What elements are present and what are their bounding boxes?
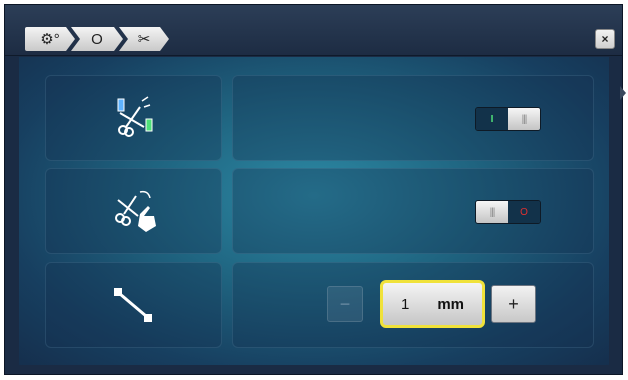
title-bar: ⚙° O ✂ × xyxy=(5,5,622,56)
bobbin-icon: O xyxy=(91,30,103,48)
breadcrumb-settings[interactable]: ⚙° xyxy=(25,27,75,51)
settings-gear-icon: ⚙° xyxy=(40,31,60,48)
thread-cutter-toggle[interactable]: I ||| xyxy=(475,107,541,131)
decrease-button[interactable]: − xyxy=(327,286,363,322)
settings-panel: I ||| ||| O − 1 mm + xyxy=(19,57,609,365)
scissors-icon: ✂ xyxy=(137,31,151,48)
close-button[interactable]: × xyxy=(595,29,615,49)
plus-icon: + xyxy=(508,293,519,314)
minus-icon: − xyxy=(339,293,351,314)
breadcrumb-scissors[interactable]: ✂ xyxy=(119,27,169,51)
manual-cut-toggle[interactable]: ||| O xyxy=(475,200,541,224)
value-unit: mm xyxy=(437,295,465,313)
manual-cut-tile xyxy=(45,168,222,254)
breadcrumb-bobbin[interactable]: O xyxy=(71,27,123,51)
stitch-length-icon xyxy=(113,288,152,322)
value-number: 1 xyxy=(400,295,410,313)
stitch-length-value-field[interactable]: 1 mm xyxy=(380,280,485,328)
thread-cutter-icon xyxy=(117,96,152,137)
close-icon: × xyxy=(601,32,609,46)
toggle-knob: ||| xyxy=(508,108,540,130)
side-scroll-arrow-icon[interactable] xyxy=(620,86,626,100)
toggle-off-indicator: O xyxy=(508,201,540,223)
toggle-on-indicator: I xyxy=(476,108,508,130)
stitch-length-tile xyxy=(45,262,222,348)
settings-window: ⚙° O ✂ × I ||| ||| O − 1 mm + xyxy=(4,4,623,375)
thread-cutter-tile xyxy=(45,75,222,161)
manual-cut-icon xyxy=(114,190,156,232)
increase-button[interactable]: + xyxy=(491,285,536,323)
toggle-knob: ||| xyxy=(476,201,508,223)
